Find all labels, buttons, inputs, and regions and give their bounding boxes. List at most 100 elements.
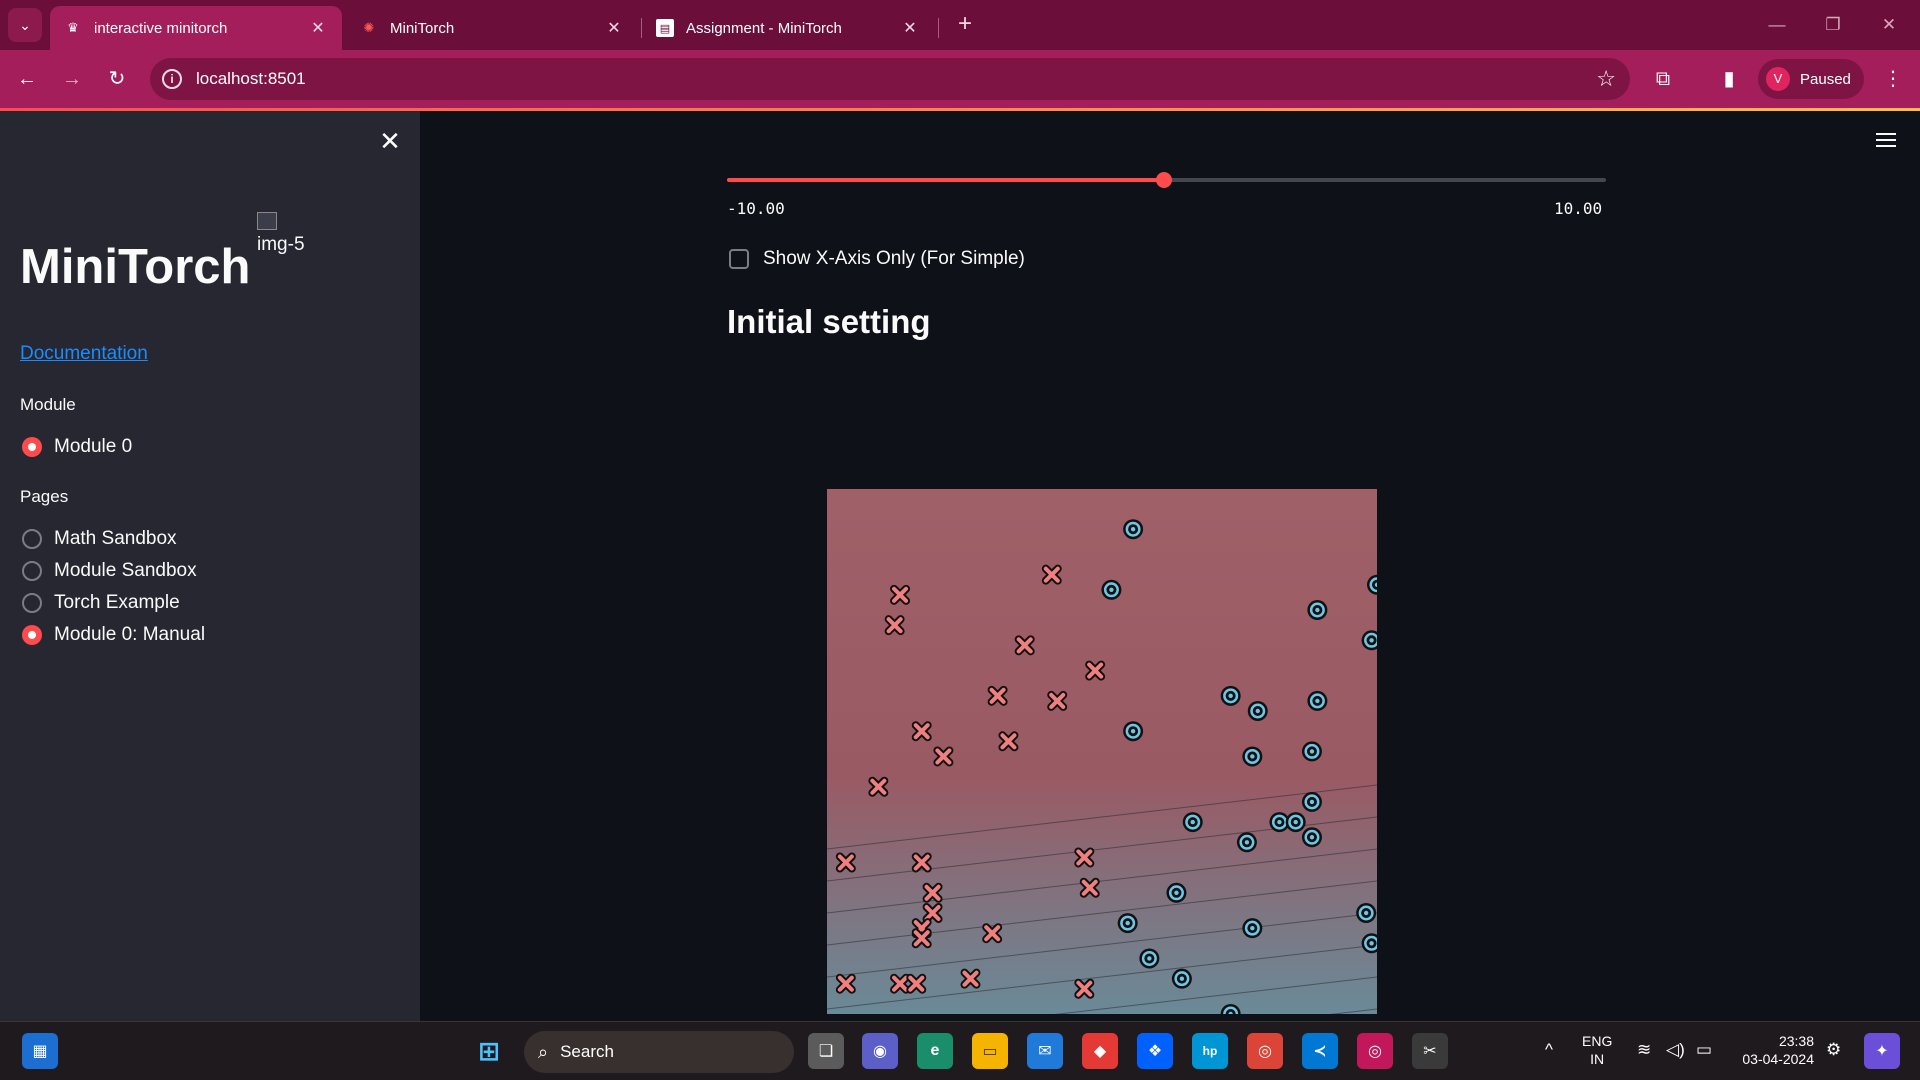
tab-title: Assignment - MiniTorch bbox=[686, 19, 842, 37]
x-marker-point bbox=[835, 852, 856, 873]
o-marker-point bbox=[1242, 918, 1263, 939]
browser-toolbar: ← → ↻ i localhost:8501 ☆ ⧉ ▮ V Paused ⋮ bbox=[0, 50, 1920, 108]
battery-icon[interactable]: ▭ bbox=[1696, 1040, 1712, 1060]
checkbox-box[interactable] bbox=[729, 249, 749, 269]
broken-image: img-5 bbox=[257, 212, 305, 256]
checkbox-label: Show X-Axis Only (For Simple) bbox=[763, 248, 1025, 269]
radio-label: Torch Example bbox=[54, 592, 180, 613]
show-hidden-icons-icon[interactable]: ^ bbox=[1545, 1040, 1553, 1060]
chrome-icon[interactable]: ◎ bbox=[1247, 1033, 1283, 1069]
start-icon[interactable]: ⊞ bbox=[471, 1033, 507, 1069]
radio-math-sandbox[interactable]: Math Sandbox bbox=[22, 528, 177, 550]
close-tab-icon[interactable]: ✕ bbox=[604, 18, 624, 38]
extensions-icon[interactable]: ⧉ bbox=[1646, 62, 1680, 96]
region-code: IN bbox=[1590, 1051, 1605, 1067]
radio-module-0[interactable]: Module 0 bbox=[22, 436, 132, 458]
copilot-icon[interactable]: ✦ bbox=[1864, 1033, 1900, 1069]
x-marker-point bbox=[998, 731, 1019, 752]
documentation-link[interactable]: Documentation bbox=[20, 343, 148, 365]
teams-icon[interactable]: ◉ bbox=[862, 1033, 898, 1069]
language-indicator[interactable]: ENG IN bbox=[1582, 1032, 1612, 1068]
radio-torch-example[interactable]: Torch Example bbox=[22, 592, 180, 614]
close-tab-icon[interactable]: ✕ bbox=[308, 18, 328, 38]
wifi-icon[interactable]: ≋ bbox=[1637, 1040, 1651, 1060]
radio-selected-icon bbox=[22, 437, 42, 457]
sidebar-title: MiniTorch bbox=[20, 240, 251, 294]
app-diamond-icon[interactable]: ◆ bbox=[1082, 1033, 1118, 1069]
radio-module-0-manual[interactable]: Module 0: Manual bbox=[22, 624, 205, 646]
close-sidebar-icon[interactable]: ✕ bbox=[378, 128, 402, 154]
o-marker-point bbox=[1356, 903, 1377, 923]
dropbox-icon[interactable]: ❖ bbox=[1137, 1033, 1173, 1069]
scatter-plot-svg bbox=[827, 489, 1377, 1014]
close-window-icon[interactable]: ✕ bbox=[1869, 10, 1909, 40]
forward-icon[interactable]: → bbox=[55, 62, 89, 96]
widgets-icon[interactable]: ▦ bbox=[22, 1033, 58, 1069]
search-label: Search bbox=[560, 1042, 614, 1061]
mail-icon[interactable]: ✉ bbox=[1027, 1033, 1063, 1069]
volume-icon[interactable]: ◁) bbox=[1666, 1040, 1685, 1060]
myhp-icon[interactable]: hp bbox=[1192, 1033, 1228, 1069]
x-marker-point bbox=[933, 746, 954, 767]
menu-kebab-icon[interactable]: ⋮ bbox=[1876, 62, 1910, 96]
url-text[interactable]: localhost:8501 bbox=[196, 69, 306, 89]
x-marker-point bbox=[906, 973, 927, 994]
avatar: V bbox=[1766, 67, 1790, 91]
o-marker-point bbox=[1301, 827, 1322, 848]
x-marker-point bbox=[987, 685, 1008, 706]
sidebar: ✕ MiniTorch img-5 Documentation Module M… bbox=[0, 111, 420, 1021]
tab-interactive-minitorch[interactable]: ♛ interactive minitorch ✕ bbox=[50, 6, 342, 50]
close-tab-icon[interactable]: ✕ bbox=[900, 18, 920, 38]
tab-minitorch[interactable]: ✺ MiniTorch ✕ bbox=[346, 6, 638, 50]
radio-unselected-icon bbox=[22, 593, 42, 613]
restore-icon[interactable]: ❐ bbox=[1813, 10, 1853, 40]
module-label: Module bbox=[20, 395, 76, 414]
settings-gear-icon[interactable]: ⚙ bbox=[1826, 1040, 1841, 1060]
snipping-tool-icon[interactable]: ✂ bbox=[1412, 1033, 1448, 1069]
crown-icon: ♛ bbox=[67, 20, 79, 35]
x-marker-point bbox=[1074, 847, 1095, 868]
o-marker-point bbox=[1220, 685, 1241, 706]
task-view-icon[interactable]: ❏ bbox=[808, 1033, 844, 1069]
time: 23:38 bbox=[1778, 1033, 1814, 1049]
radio-label: Module Sandbox bbox=[54, 560, 197, 581]
tab-assignment[interactable]: ▤ Assignment - MiniTorch ✕ bbox=[642, 6, 934, 50]
profile-button[interactable]: V Paused bbox=[1758, 59, 1864, 99]
x-marker-point bbox=[1079, 877, 1100, 898]
hamburger-menu-icon[interactable] bbox=[1876, 133, 1896, 149]
reload-icon[interactable]: ↻ bbox=[100, 62, 134, 96]
x-marker-point bbox=[960, 968, 981, 989]
x-marker-point bbox=[922, 882, 943, 903]
site-info-icon[interactable]: i bbox=[162, 69, 182, 89]
new-tab-icon[interactable]: + bbox=[950, 10, 980, 40]
bookmark-star-icon[interactable]: ☆ bbox=[1596, 66, 1616, 92]
file-explorer-icon[interactable]: ▭ bbox=[972, 1033, 1008, 1069]
tab-title: MiniTorch bbox=[390, 19, 455, 37]
side-panel-icon[interactable]: ▮ bbox=[1712, 62, 1746, 96]
back-icon[interactable]: ← bbox=[10, 62, 44, 96]
x-marker-point bbox=[922, 903, 943, 923]
o-marker-point bbox=[1123, 721, 1144, 742]
taskbar-search[interactable]: ⌕ Search bbox=[524, 1031, 794, 1073]
tab-search-dropdown-icon[interactable]: ⌄ bbox=[8, 8, 42, 42]
vscode-icon[interactable]: ≺ bbox=[1302, 1033, 1338, 1069]
slider-thumb[interactable] bbox=[1156, 172, 1173, 188]
x-marker-point bbox=[911, 721, 932, 742]
pages-label: Pages bbox=[20, 487, 69, 506]
clock[interactable]: 23:38 03-04-2024 bbox=[1734, 1032, 1814, 1068]
x-marker-point bbox=[890, 584, 911, 605]
parameter-slider[interactable] bbox=[727, 172, 1606, 188]
o-marker-point bbox=[1242, 746, 1263, 767]
minimize-icon[interactable]: — bbox=[1757, 10, 1797, 40]
x-marker-point bbox=[911, 928, 932, 949]
edge-icon[interactable]: e bbox=[917, 1033, 953, 1069]
radio-label: Module 0: Manual bbox=[54, 624, 206, 645]
chrome-profile-icon[interactable]: ◎ bbox=[1357, 1033, 1393, 1069]
address-bar[interactable]: i localhost:8501 ☆ bbox=[150, 58, 1630, 100]
x-marker-point bbox=[1085, 660, 1106, 681]
search-icon: ⌕ bbox=[538, 1041, 549, 1062]
x-marker-point bbox=[911, 852, 932, 873]
show-x-axis-checkbox[interactable]: Show X-Axis Only (For Simple) bbox=[729, 248, 1025, 270]
radio-module-sandbox[interactable]: Module Sandbox bbox=[22, 560, 197, 582]
taskbar: ▦ ⊞ ⌕ Search ❏ ◉ e ▭ ✉ ◆ ❖ hp ◎ ≺ ◎ ✂ ^ … bbox=[0, 1021, 1920, 1080]
